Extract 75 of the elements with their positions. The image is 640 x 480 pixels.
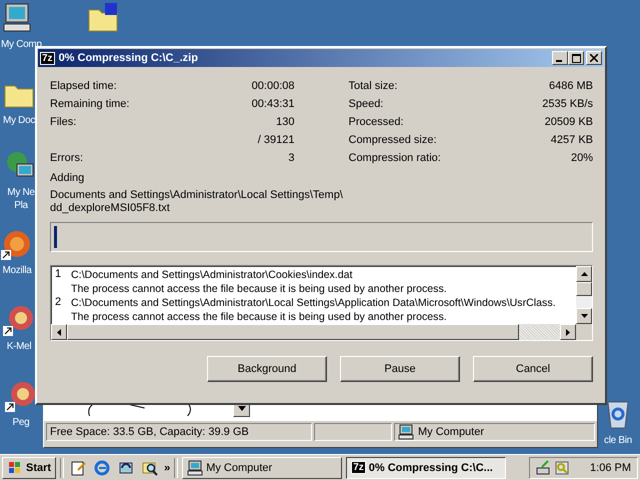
- scroll-down-button[interactable]: [576, 308, 592, 324]
- current-file-path: Documents and Settings\Administrator\Local Settings\Temp\ dd_dexploreMSI05F8.txt: [50, 189, 344, 215]
- taskbar-button[interactable]: 7z 0% Compressing C:\C...: [346, 456, 506, 478]
- stat-label: Total size:: [348, 80, 398, 92]
- stat-label: Files:: [50, 116, 76, 128]
- dialog-button[interactable]: Pause: [340, 356, 460, 382]
- stat-value: 6486 MB: [548, 80, 593, 92]
- desktop-icon-label[interactable]: Peg: [12, 416, 30, 429]
- taskbar-button[interactable]: My Computer: [182, 456, 342, 478]
- stat-value: 130: [276, 116, 294, 128]
- stat-label: Elapsed time:: [50, 80, 117, 92]
- log-number: 2: [55, 296, 61, 310]
- desktop-icon-label[interactable]: cle Bin: [604, 434, 632, 447]
- computer-icon: [398, 424, 414, 440]
- close-icon: [590, 54, 598, 62]
- stat-value: / 39121: [258, 134, 294, 146]
- stat-value: 3: [288, 152, 294, 164]
- down-arrow-icon: [580, 314, 588, 318]
- app-logo: 7z: [40, 52, 55, 64]
- scroll-up-button[interactable]: [576, 266, 592, 282]
- status-location: My Computer: [418, 426, 484, 438]
- log-number: 1: [55, 268, 61, 282]
- scroll-thumb[interactable]: [576, 282, 592, 296]
- desktop-icon-label[interactable]: My Doc: [2, 114, 36, 127]
- maximize-icon: [572, 54, 580, 62]
- scroll-thumb[interactable]: [67, 324, 519, 340]
- app-logo: 7z: [351, 461, 366, 474]
- stat-value: 20%: [570, 152, 593, 164]
- dialog-button[interactable]: Cancel: [473, 356, 593, 382]
- status-text: Free Space: 33.5 GB, Capacity: 39.9 GB: [46, 423, 312, 441]
- maximize-button[interactable]: [568, 51, 584, 65]
- close-button[interactable]: [586, 51, 602, 65]
- network-tray-icon[interactable]: [536, 460, 552, 476]
- desktop-icon-label[interactable]: K-Mel: [6, 340, 32, 353]
- browser-icon[interactable]: [94, 460, 110, 476]
- browser-icon[interactable]: [1, 228, 33, 260]
- stat-value: 4257 KB: [550, 134, 593, 146]
- computer-icon[interactable]: [1, 2, 33, 34]
- window-title: 0% Compressing C:\C_.zip: [58, 52, 199, 64]
- log-error-message[interactable]: The process cannot access the file because it is being used by another process.: [71, 282, 447, 296]
- stat-value: 00:00:08: [252, 80, 294, 92]
- action-label: Adding: [50, 171, 86, 186]
- folder-icon[interactable]: [87, 2, 119, 34]
- stat-label: Errors:: [50, 152, 83, 164]
- stat-value: 20509 KB: [544, 116, 593, 128]
- stat-label: Compression ratio:: [348, 152, 441, 164]
- computer-icon: [187, 460, 204, 476]
- notepad-icon[interactable]: [70, 460, 86, 476]
- start-button[interactable]: Start: [2, 456, 56, 478]
- windows-logo-icon: [7, 460, 23, 474]
- stat-label: Compressed size:: [348, 134, 437, 146]
- clock: 1:06 PM: [590, 462, 631, 474]
- scroll-right-button[interactable]: [560, 324, 576, 340]
- log-error-message[interactable]: The process cannot access the file because it is being used by another process.: [71, 310, 556, 324]
- horizontal-scrollbar[interactable]: [51, 324, 592, 340]
- app-shortcut-icon[interactable]: [3, 304, 35, 336]
- stat-label: Processed:: [348, 116, 404, 128]
- right-arrow-icon: [566, 328, 570, 336]
- stat-label: Speed:: [348, 98, 384, 110]
- left-arrow-icon: [57, 328, 61, 336]
- desktop-icon-label[interactable]: My Ne Pla: [7, 186, 35, 212]
- desktop-icon-label[interactable]: Mozilla: [2, 264, 32, 277]
- stat-label: Remaining time:: [50, 98, 130, 110]
- search-icon[interactable]: [142, 460, 158, 476]
- minimize-button[interactable]: [552, 51, 568, 65]
- dialog-button[interactable]: Background: [207, 356, 327, 382]
- log-file-path[interactable]: C:\Documents and Settings\Administrator\Local Settings\Application Data\Microsoft\Windows\UsrClass.: [71, 296, 556, 310]
- up-arrow-icon: [580, 272, 588, 276]
- stat-value: 2535 KB/s: [542, 98, 593, 110]
- scroll-left-button[interactable]: [51, 324, 67, 340]
- more-chevron[interactable]: »: [164, 462, 170, 474]
- log-file-path[interactable]: C:\Documents and Settings\Administrator\Cookies\index.dat: [71, 268, 447, 282]
- stat-value: 00:43:31: [252, 98, 294, 110]
- vertical-scrollbar[interactable]: [576, 266, 592, 324]
- app-shortcut-icon[interactable]: [5, 380, 37, 412]
